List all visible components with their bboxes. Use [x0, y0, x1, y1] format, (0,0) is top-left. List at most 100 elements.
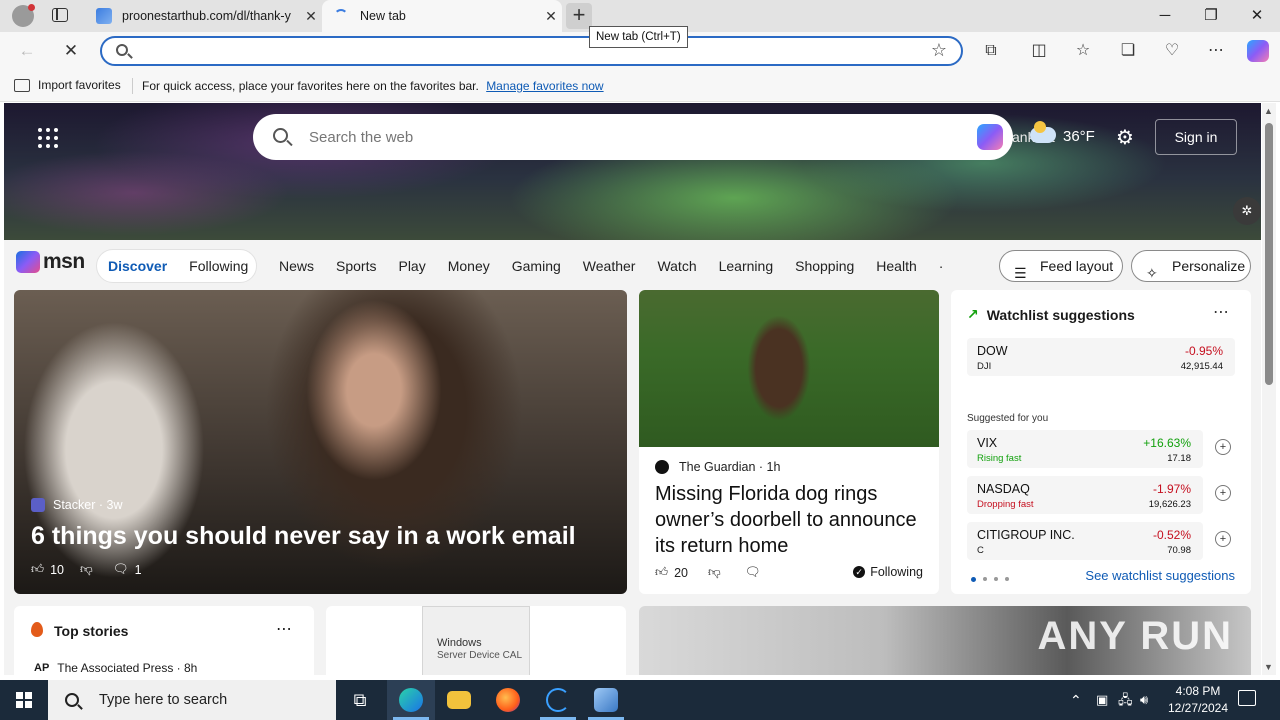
taskbar-clock[interactable]: 4:08 PM 12/27/2024	[1162, 683, 1234, 717]
nav-weather[interactable]: Weather	[583, 258, 636, 274]
more-options-icon[interactable]: ⋯	[276, 619, 292, 639]
scroll-down-icon[interactable]: ▼	[1264, 662, 1273, 672]
nav-gaming[interactable]: Gaming	[512, 258, 561, 274]
like-icon[interactable]: 👍︎	[655, 565, 668, 580]
start-button[interactable]	[0, 680, 48, 720]
minimize-button[interactable]: ─	[1142, 0, 1188, 32]
scrollbar-thumb[interactable]	[1265, 123, 1273, 385]
sign-in-button[interactable]: Sign in	[1155, 119, 1237, 155]
copilot-icon[interactable]	[977, 124, 1003, 150]
import-favorites-button[interactable]: Import favorites	[14, 78, 121, 92]
add-to-watchlist-icon[interactable]: +	[1215, 531, 1231, 547]
dislike-icon[interactable]: 👎︎	[80, 562, 93, 577]
carousel-pager[interactable]	[971, 577, 1009, 582]
dislike-icon[interactable]: 👎︎	[708, 565, 721, 580]
personalize-button[interactable]: ✧ Personalize	[1131, 250, 1251, 282]
favorites-icon[interactable]: ☆	[1072, 40, 1094, 62]
ap-logo: AP	[34, 662, 50, 674]
stock-row-nasdaq[interactable]: NASDAQ Dropping fast -1.97% 19,626.23 +	[967, 476, 1231, 514]
copilot-icon[interactable]	[1247, 40, 1269, 62]
personalize-label: Personalize	[1172, 258, 1246, 274]
story-source[interactable]: AP The Associated Press · 8h	[34, 661, 197, 675]
nav-play[interactable]: Play	[398, 258, 425, 274]
browser-essentials-icon[interactable]: ♡	[1161, 40, 1183, 62]
background-sparkle-icon[interactable]: ✲	[1233, 197, 1261, 225]
nav-watch[interactable]: Watch	[657, 258, 696, 274]
volume-tray-icon[interactable]: 🔊︎	[1140, 680, 1148, 720]
notifications-icon[interactable]	[1238, 690, 1256, 706]
installer-icon	[594, 688, 618, 712]
feed-toggle: Discover Following	[96, 249, 257, 283]
settings-gear-icon[interactable]: ⚙	[1116, 125, 1134, 150]
scroll-up-icon[interactable]: ▲	[1264, 106, 1273, 116]
back-button[interactable]: ←	[12, 36, 42, 66]
nav-shopping[interactable]: Shopping	[795, 258, 854, 274]
windows-product-card[interactable]: Windows Server Device CAL	[326, 606, 626, 675]
tab-actions-icon[interactable]	[52, 8, 68, 22]
nav-sports[interactable]: Sports	[336, 258, 376, 274]
nav-health[interactable]: Health	[876, 258, 916, 274]
main-story-card[interactable]: Stacker · 3w 6 things you should never s…	[14, 290, 627, 594]
add-to-watchlist-icon[interactable]: +	[1215, 439, 1231, 455]
security-tray-icon[interactable]: ▣	[1096, 680, 1108, 720]
address-bar[interactable]: ☆	[100, 36, 963, 66]
favorite-star-icon[interactable]: ☆	[931, 40, 947, 61]
show-hidden-icons[interactable]: ⌃	[1070, 680, 1082, 720]
story-headline[interactable]: 6 things you should never say in a work …	[31, 522, 576, 551]
new-tab-tooltip: New tab (Ctrl+T)	[589, 26, 688, 48]
page-scrollbar[interactable]: ▲ ▼	[1262, 103, 1276, 675]
nav-more[interactable]: ·	[939, 258, 944, 274]
comments-off-icon[interactable]: 🗨︎	[745, 565, 761, 580]
stock-row-citigroup[interactable]: CITIGROUP INC. C -0.52% 70.98 +	[967, 522, 1231, 560]
installer-taskbar-app[interactable]	[582, 680, 630, 720]
firefox-taskbar-app[interactable]	[484, 680, 532, 720]
story-source: Stacker · 3w	[31, 498, 123, 512]
search-input[interactable]: Search the web	[309, 129, 413, 146]
more-menu-icon[interactable]: ⋯	[1205, 40, 1227, 62]
sliders-icon: ☰	[1014, 265, 1027, 281]
profile-avatar[interactable]	[12, 4, 35, 27]
tab-proonestarthub[interactable]: proonestarthub.com/dl/thank-y ✕	[86, 0, 322, 32]
file-explorer-taskbar-app[interactable]	[435, 680, 483, 720]
maximize-button[interactable]: ❐	[1188, 0, 1234, 32]
feed-layout-button[interactable]: ☰ Feed layout	[999, 250, 1123, 282]
msn-logo[interactable]: msn	[16, 250, 85, 274]
split-screen-icon[interactable]: ◫	[1028, 40, 1050, 62]
nav-money[interactable]: Money	[448, 258, 490, 274]
like-icon[interactable]: 👍︎	[31, 562, 44, 577]
extensions-icon[interactable]: ⧉	[980, 40, 1002, 62]
edge-loading-taskbar-app[interactable]	[534, 680, 582, 720]
see-watchlist-link[interactable]: See watchlist suggestions	[1085, 568, 1235, 583]
clock-date: 12/27/2024	[1167, 701, 1229, 715]
stock-row-vix[interactable]: VIX Rising fast +16.63% 17.18 +	[967, 430, 1231, 468]
tab-discover[interactable]: Discover	[108, 258, 167, 274]
stock-row-dow[interactable]: DOW DJI -0.95% 42,915.44	[967, 338, 1235, 376]
story-source: The Guardian · 1h	[655, 460, 780, 474]
manage-favorites-link[interactable]: Manage favorites now	[486, 79, 603, 93]
story-headline[interactable]: Missing Florida dog rings owner’s doorbe…	[655, 481, 925, 559]
following-badge[interactable]: ✓ Following	[853, 565, 923, 579]
collections-icon[interactable]: ❏	[1117, 40, 1139, 62]
taskbar-search-input[interactable]: Type here to search	[99, 692, 227, 708]
tab-new-tab[interactable]: New tab ✕	[322, 0, 562, 32]
close-tab-icon[interactable]: ✕	[300, 8, 322, 25]
close-window-button[interactable]: ✕	[1234, 0, 1280, 32]
dog-story-card[interactable]: The Guardian · 1h Missing Florida dog ri…	[639, 290, 939, 594]
nav-news[interactable]: News	[279, 258, 314, 274]
box-title: Windows	[437, 637, 482, 649]
web-search-box[interactable]: Search the web	[253, 114, 1013, 160]
edge-taskbar-app[interactable]	[387, 680, 435, 720]
tab-following[interactable]: Following	[189, 258, 248, 274]
task-view-button[interactable]: ⧉	[336, 680, 384, 720]
more-options-icon[interactable]: ⋯	[1213, 302, 1229, 322]
app-launcher-icon[interactable]	[38, 128, 58, 148]
close-tab-icon[interactable]: ✕	[540, 8, 562, 25]
network-tray-icon[interactable]: 🖧	[1118, 680, 1133, 720]
photo-story-card[interactable]: ANY RUN	[639, 606, 1251, 675]
stop-loading-button[interactable]: ✕	[56, 36, 86, 66]
comment-icon[interactable]: 🗨︎	[113, 562, 129, 577]
temperature[interactable]: 36°F	[1063, 128, 1095, 145]
taskbar-search[interactable]: Type here to search	[48, 680, 336, 720]
add-to-watchlist-icon[interactable]: +	[1215, 485, 1231, 501]
nav-learning[interactable]: Learning	[719, 258, 774, 274]
